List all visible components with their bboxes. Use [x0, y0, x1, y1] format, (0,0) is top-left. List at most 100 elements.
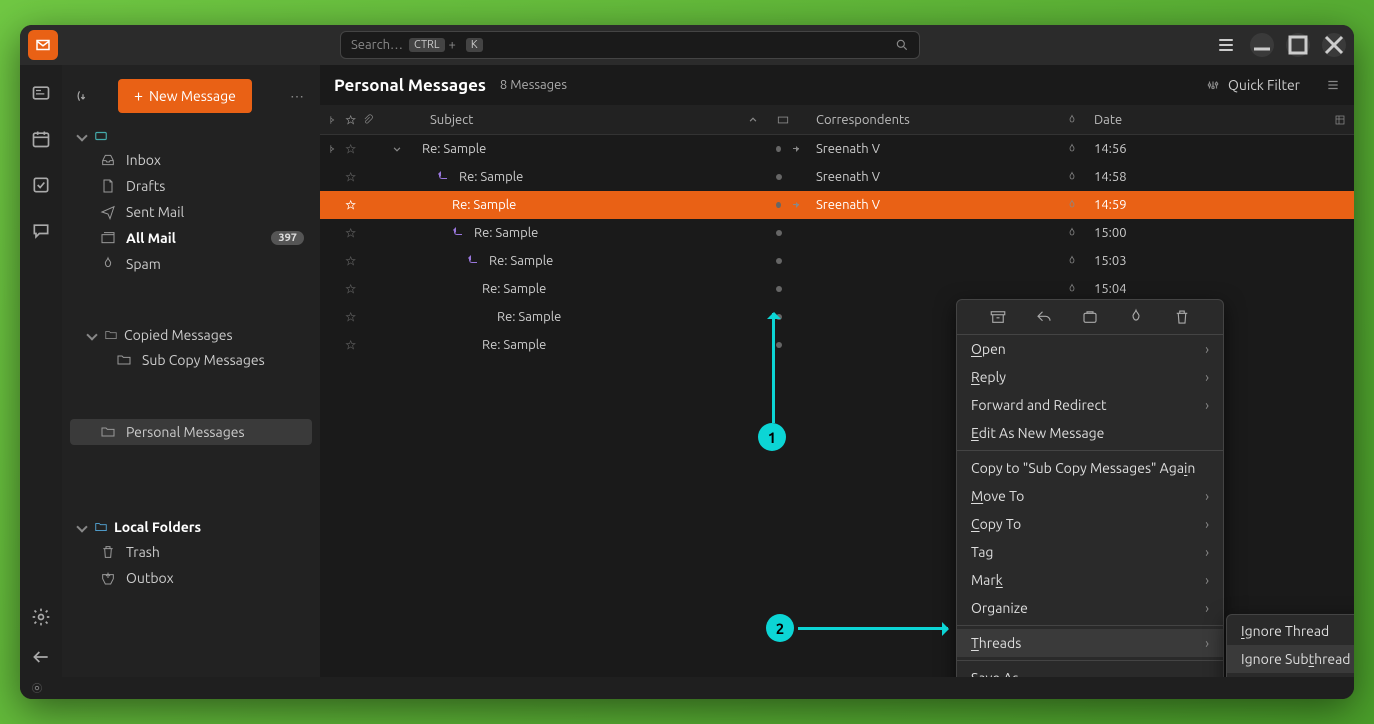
folder-copied-messages[interactable]: Copied Messages	[70, 323, 312, 347]
columns-header: Subject Correspondents Date	[320, 105, 1354, 135]
annotation-2-arrow	[798, 627, 948, 630]
ctx-save-as[interactable]: Save As…	[957, 664, 1223, 677]
folder-icon	[100, 424, 116, 440]
new-message-button[interactable]: + New Message	[118, 79, 252, 113]
star-icon[interactable]	[345, 142, 356, 156]
flame-icon	[1066, 142, 1078, 156]
ctx-copy-to[interactable]: Copy To›	[957, 510, 1223, 538]
account-icon	[94, 129, 108, 143]
star-icon[interactable]	[345, 338, 356, 352]
message-time: 14:59	[1094, 198, 1127, 212]
ctx-threads[interactable]: Threads›	[957, 629, 1223, 657]
star-icon[interactable]	[345, 282, 356, 296]
flame-icon	[1066, 282, 1078, 296]
calendar-tab-icon[interactable]	[31, 129, 51, 149]
message-subject: Re: Sample	[482, 338, 546, 352]
sub-ignore-subthread[interactable]: Ignore Subthread	[1227, 645, 1354, 673]
display-options-icon[interactable]	[1326, 78, 1340, 92]
star-icon[interactable]	[345, 310, 356, 324]
inbox-icon	[100, 152, 116, 168]
drafts-icon	[100, 178, 116, 194]
chevron-down-icon	[86, 329, 97, 340]
settings-icon[interactable]	[31, 607, 51, 627]
folder-all-mail[interactable]: All Mail 397	[70, 225, 312, 251]
folder-label: Drafts	[126, 178, 165, 194]
delete-icon[interactable]	[1173, 308, 1191, 326]
message-row[interactable]: Re: Sample Sreenath V 14:56	[320, 135, 1354, 163]
collapse-icon[interactable]	[31, 647, 51, 667]
chevron-down-icon[interactable]	[390, 142, 404, 156]
message-row[interactable]: Re: Sample 15:00	[320, 219, 1354, 247]
star-icon[interactable]	[345, 254, 356, 268]
ctx-tag[interactable]: Tag›	[957, 538, 1223, 566]
global-search[interactable]: Search… CTRL + K	[340, 31, 920, 59]
folder-inbox[interactable]: Inbox	[70, 147, 312, 173]
flame-icon	[1066, 198, 1078, 212]
folder-label: Local Folders	[114, 519, 201, 535]
message-count: 8 Messages	[500, 78, 567, 92]
ctx-reply[interactable]: Reply›	[957, 363, 1223, 391]
annotation-2: 2	[766, 614, 794, 642]
archive-icon[interactable]	[989, 308, 1007, 326]
folder-sidebar: + New Message ⋯ Inbox Drafts	[62, 65, 320, 677]
sort-indicator[interactable]	[738, 113, 768, 127]
col-date[interactable]: Date	[1086, 113, 1326, 127]
message-subject: Re: Sample	[497, 310, 561, 324]
message-row[interactable]: Re: Sample Sreenath V 14:59	[320, 191, 1354, 219]
folder-drafts[interactable]: Drafts	[70, 173, 312, 199]
thread-root-icon	[328, 142, 339, 156]
ctx-forward[interactable]: Forward and Redirect›	[957, 391, 1223, 419]
message-subject: Re: Sample	[459, 170, 523, 184]
col-junk-indicator[interactable]	[1058, 113, 1086, 127]
folder-spam[interactable]: Spam	[70, 251, 312, 277]
junk-icon[interactable]	[1081, 308, 1099, 326]
unread-badge: 397	[271, 231, 304, 245]
sync-status-icon[interactable]	[30, 681, 44, 695]
minimize-button[interactable]	[1250, 33, 1274, 57]
sidebar-more-icon[interactable]: ⋯	[290, 88, 306, 105]
col-picker[interactable]	[1326, 113, 1354, 127]
message-subject: Re: Sample	[489, 254, 553, 268]
quick-filter-toggle[interactable]: Quick Filter	[1206, 77, 1340, 93]
folder-label: Personal Messages	[126, 424, 245, 440]
message-row[interactable]: Re: Sample Sreenath V 14:58	[320, 163, 1354, 191]
local-folders-header[interactable]: Local Folders	[70, 515, 312, 539]
read-status-dot	[776, 286, 782, 292]
sub-ignore-thread[interactable]: Ignore Thread	[1227, 617, 1354, 645]
sub-watch-thread[interactable]: Watch Thread	[1227, 673, 1354, 677]
col-subject[interactable]: Subject	[422, 113, 738, 127]
star-icon[interactable]	[345, 170, 356, 184]
folder-outbox[interactable]: Outbox	[70, 565, 312, 591]
folder-sub-copy[interactable]: Sub Copy Messages	[70, 347, 312, 373]
folder-sent[interactable]: Sent Mail	[70, 199, 312, 225]
ctx-edit[interactable]: Edit As New Message	[957, 419, 1223, 447]
ctx-copy-again[interactable]: Copy to "Sub Copy Messages" Again	[957, 454, 1223, 482]
reply-icon[interactable]	[1035, 308, 1053, 326]
hamburger-menu-icon[interactable]	[1214, 33, 1238, 57]
folder-icon	[116, 352, 132, 368]
col-spam-indicator[interactable]	[768, 113, 808, 127]
ctx-organize[interactable]: Organize›	[957, 594, 1223, 622]
message-row[interactable]: Re: Sample 15:03	[320, 247, 1354, 275]
get-messages-icon[interactable]	[76, 89, 90, 103]
read-status-dot	[776, 342, 782, 348]
col-correspondents[interactable]: Correspondents	[808, 113, 1058, 127]
flame-icon[interactable]	[1127, 308, 1145, 326]
flame-icon	[1066, 113, 1078, 127]
tasks-tab-icon[interactable]	[31, 175, 51, 195]
maximize-button[interactable]	[1286, 33, 1310, 57]
folder-trash[interactable]: Trash	[70, 539, 312, 565]
account-header[interactable]	[70, 125, 312, 147]
star-icon[interactable]	[345, 226, 356, 240]
mail-tab-icon[interactable]	[31, 83, 51, 103]
star-icon[interactable]	[345, 198, 356, 212]
message-time: 14:58	[1094, 170, 1127, 184]
chat-tab-icon[interactable]	[31, 221, 51, 241]
close-button[interactable]	[1322, 33, 1346, 57]
folder-personal-messages[interactable]: Personal Messages	[70, 419, 312, 445]
ctx-mark[interactable]: Mark›	[957, 566, 1223, 594]
reply-indicator-icon	[452, 229, 462, 237]
ctx-move-to[interactable]: Move To›	[957, 482, 1223, 510]
ctx-open[interactable]: Open›	[957, 335, 1223, 363]
col-thread-star-attach[interactable]	[320, 113, 382, 127]
